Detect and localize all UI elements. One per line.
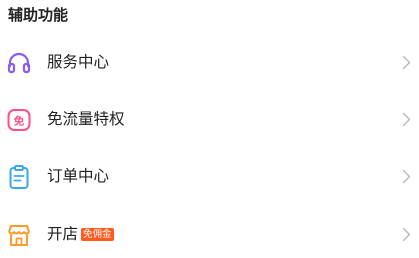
commission-free-badge: 免佣金: [81, 228, 114, 241]
menu-item-label: 订单中心: [47, 167, 110, 185]
chevron-right-icon: [402, 55, 411, 70]
free-data-icon: 免: [7, 109, 31, 131]
chevron-right-icon: [402, 112, 411, 127]
clipboard-icon: [9, 165, 29, 189]
section-title: 辅助功能: [8, 6, 69, 24]
menu-item-service-center[interactable]: 服务中心: [0, 38, 419, 86]
free-data-icon-text: 免: [14, 115, 25, 128]
chevron-right-icon: [402, 227, 411, 242]
menu-item-order-center[interactable]: 订单中心: [0, 152, 419, 200]
menu-item-free-data[interactable]: 免 免流量特权: [0, 95, 419, 143]
menu-item-label: 免流量特权: [47, 110, 125, 128]
menu-item-label: 服务中心: [47, 53, 110, 71]
headphones-icon: [7, 52, 31, 74]
menu-item-open-store[interactable]: 开店 免佣金: [0, 210, 419, 258]
chevron-right-icon: [402, 169, 411, 184]
storefront-icon: [8, 225, 30, 246]
menu-item-label: 开店: [47, 225, 79, 243]
menu-item-label-wrap: 开店 免佣金: [47, 223, 114, 245]
